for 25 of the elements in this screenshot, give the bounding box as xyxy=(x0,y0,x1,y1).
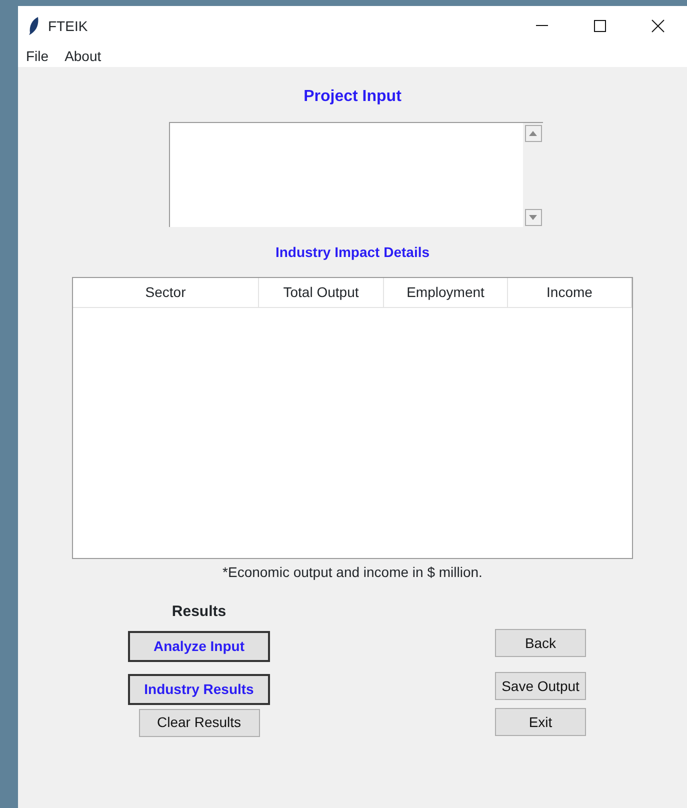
section-heading: Project Input xyxy=(304,87,402,107)
results-heading: Results xyxy=(172,602,226,622)
section-heading: Industry Impact Details xyxy=(275,243,430,262)
column-header[interactable]: Sector xyxy=(73,278,259,308)
window-title: FTEIK xyxy=(48,16,88,36)
column-header[interactable]: Employment xyxy=(384,278,508,308)
maximize-icon[interactable] xyxy=(594,20,606,32)
menu-item[interactable]: File xyxy=(18,46,57,67)
up-arrow-icon[interactable] xyxy=(529,131,537,136)
button[interactable]: Exit xyxy=(495,708,586,736)
down-arrow-icon[interactable] xyxy=(529,215,537,220)
footnote: *Economic output and income in $ million. xyxy=(222,563,482,582)
button[interactable]: Industry Results xyxy=(128,674,270,704)
project-input-field[interactable] xyxy=(169,122,543,227)
button[interactable]: Analyze Input xyxy=(128,630,270,662)
menu-item[interactable]: About xyxy=(56,46,110,67)
column-header[interactable]: Income xyxy=(508,278,632,308)
button[interactable]: Save Output xyxy=(495,672,586,700)
feather-icon xyxy=(28,16,40,36)
button[interactable]: Back xyxy=(495,629,586,657)
minimize-icon[interactable] xyxy=(536,25,548,27)
column-header[interactable]: Total Output xyxy=(259,278,384,308)
close-icon[interactable] xyxy=(651,19,665,33)
button[interactable]: Clear Results xyxy=(138,708,260,736)
scrollbar[interactable] xyxy=(523,123,543,227)
